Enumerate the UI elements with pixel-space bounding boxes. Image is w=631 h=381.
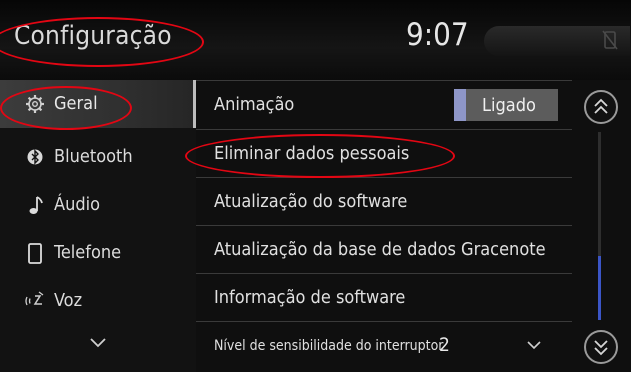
list-item-atualizacao-gracenote[interactable]: Atualização da base de dados Gracenote xyxy=(196,225,572,274)
chevron-down-icon[interactable] xyxy=(526,340,542,352)
infotainment-screen: Configuração 9:07 Geral Bluetooth Áudio … xyxy=(0,0,631,381)
header-bar: Configuração 9:07 xyxy=(0,0,631,80)
sidebar-item-label: Geral xyxy=(54,93,98,114)
row-label: Nível de sensibilidade do interruptor xyxy=(214,338,444,354)
sidebar-item-label: Telefone xyxy=(54,242,122,263)
no-phone-icon xyxy=(602,30,618,50)
sidebar-item-geral[interactable]: Geral xyxy=(0,80,196,128)
phone-icon xyxy=(28,243,42,264)
bluetooth-icon xyxy=(27,149,43,165)
list-item-eliminar-dados[interactable]: Eliminar dados pessoais xyxy=(196,129,572,178)
scrollbar-thumb[interactable] xyxy=(598,256,601,320)
sidebar-item-bluetooth[interactable]: Bluetooth xyxy=(0,133,196,181)
sidebar: Geral Bluetooth Áudio Telefone Voz xyxy=(0,80,196,372)
scroll-area xyxy=(572,80,631,372)
list-item-atualizacao-software[interactable]: Atualização do software xyxy=(196,177,572,226)
list-item-informacao-software[interactable]: Informação de software xyxy=(196,273,572,322)
sidebar-item-label: Voz xyxy=(54,290,83,311)
double-chevron-down-icon xyxy=(594,340,608,356)
sidebar-item-telefone[interactable]: Telefone xyxy=(0,229,196,277)
page-title: Configuração xyxy=(14,21,172,51)
list-item-sensibilidade[interactable]: Nível de sensibilidade do interruptor 2 xyxy=(196,321,572,370)
voice-icon xyxy=(25,291,44,306)
toggle-label: Ligado xyxy=(482,95,536,116)
sidebar-item-voz[interactable]: Voz xyxy=(0,277,196,325)
row-label: Informação de software xyxy=(214,287,406,308)
row-label: Eliminar dados pessoais xyxy=(214,143,410,164)
sidebar-item-label: Bluetooth xyxy=(54,146,133,167)
double-chevron-up-icon xyxy=(594,98,608,114)
toggle-indicator xyxy=(454,89,466,121)
music-note-icon xyxy=(29,196,43,214)
gear-icon xyxy=(26,95,44,113)
scroll-down-button[interactable] xyxy=(584,330,618,364)
scroll-up-button[interactable] xyxy=(584,90,618,124)
bottom-border xyxy=(0,372,631,381)
row-label: Atualização da base de dados Gracenote xyxy=(214,239,546,260)
list-item-animacao[interactable]: Animação Ligado xyxy=(196,80,572,129)
sidebar-item-audio[interactable]: Áudio xyxy=(0,181,196,229)
sensitivity-value: 2 xyxy=(439,334,450,356)
row-label: Animação xyxy=(214,94,295,115)
sidebar-item-label: Áudio xyxy=(54,194,101,215)
chevron-down-icon[interactable] xyxy=(88,336,108,350)
clock: 9:07 xyxy=(406,17,469,53)
settings-list: Animação Ligado Eliminar dados pessoais … xyxy=(196,80,572,372)
animation-toggle[interactable]: Ligado xyxy=(454,89,558,121)
row-label: Atualização do software xyxy=(214,191,408,212)
